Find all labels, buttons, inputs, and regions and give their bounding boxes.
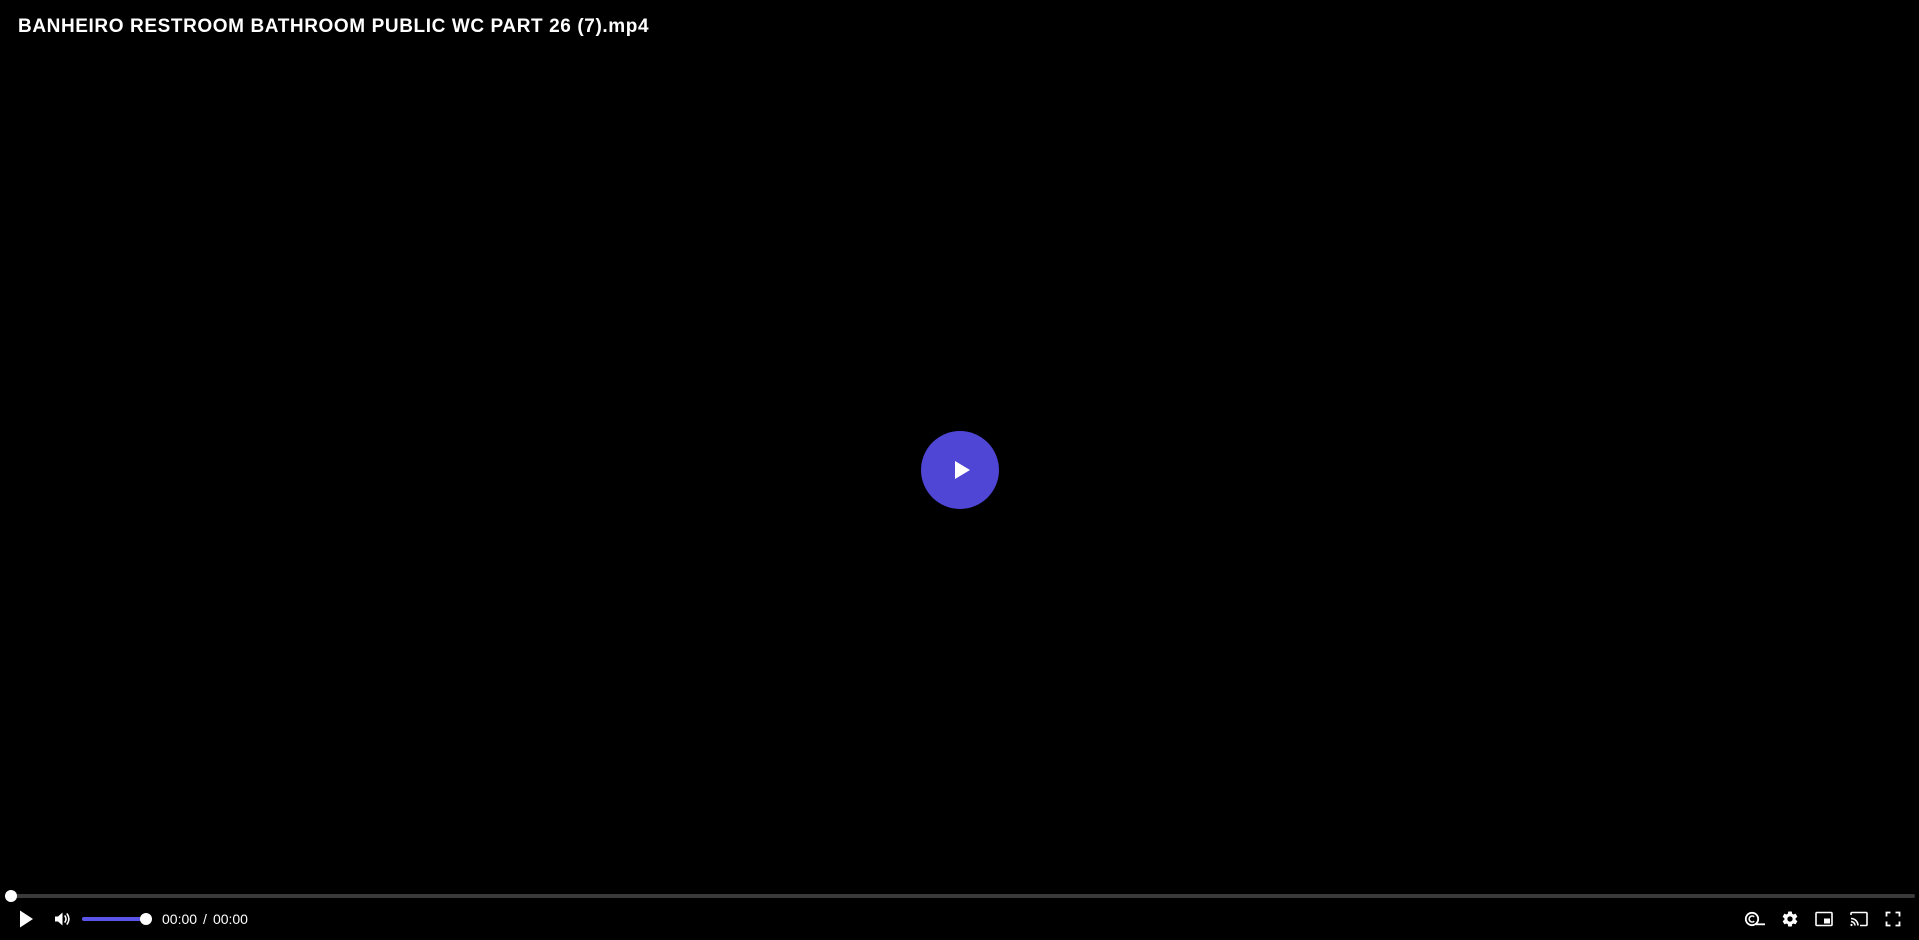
progress-bar[interactable] xyxy=(5,890,1915,902)
play-icon xyxy=(954,461,970,479)
cast-icon xyxy=(1850,911,1868,927)
volume-slider[interactable] xyxy=(82,913,152,925)
play-button[interactable] xyxy=(14,906,38,932)
picture-in-picture-icon xyxy=(1815,911,1833,927)
video-player[interactable]: BANHEIRO RESTROOM BATHROOM PUBLIC WC PAR… xyxy=(0,0,1919,940)
fullscreen-button[interactable] xyxy=(1880,906,1906,932)
captions-button[interactable] xyxy=(1742,906,1768,932)
volume-icon xyxy=(55,912,70,926)
progress-thumb[interactable] xyxy=(5,890,17,902)
video-title: BANHEIRO RESTROOM BATHROOM PUBLIC WC PAR… xyxy=(18,16,650,37)
progress-track xyxy=(11,894,1915,898)
gear-icon xyxy=(1782,911,1798,927)
volume-fill xyxy=(82,917,146,921)
play-icon xyxy=(20,910,33,928)
time-display: 00:00 / 00:00 xyxy=(162,911,248,927)
cast-button[interactable] xyxy=(1846,906,1872,932)
current-time: 00:00 xyxy=(162,911,198,927)
picture-in-picture-button[interactable] xyxy=(1811,906,1837,932)
volume-button[interactable] xyxy=(50,906,74,932)
control-bar: 00:00 / 00:00 xyxy=(0,906,1919,940)
big-play-button[interactable] xyxy=(921,431,999,509)
fullscreen-icon xyxy=(1885,911,1901,927)
duration: 00:00 xyxy=(212,911,248,927)
captions-icon xyxy=(1744,911,1765,927)
volume-thumb[interactable] xyxy=(140,913,152,925)
settings-button[interactable] xyxy=(1777,906,1803,932)
time-separator: / xyxy=(203,911,207,927)
